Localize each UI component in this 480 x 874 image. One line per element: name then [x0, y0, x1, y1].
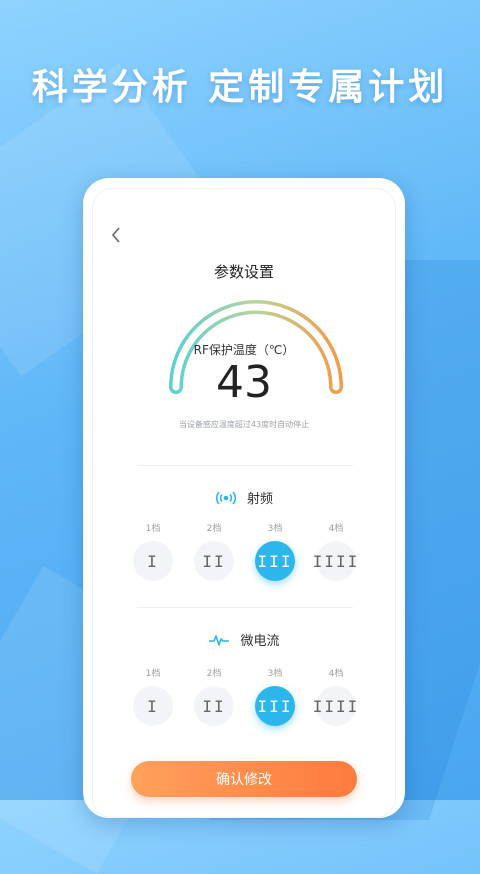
divider — [137, 607, 353, 608]
radio-wave-icon — [215, 490, 237, 505]
gauge-label: RF保护温度（℃） — [193, 343, 295, 357]
level-label: 4档 — [328, 524, 344, 534]
level-label: 4档 — [328, 669, 344, 679]
chevron-left-icon[interactable] — [111, 227, 123, 245]
level-button-selected[interactable]: III — [255, 541, 295, 581]
pulse-wave-icon — [208, 633, 230, 647]
divider — [137, 465, 353, 466]
page-title: 参数设置 — [213, 263, 274, 281]
section-microcurrent-label: 微电流 — [240, 634, 280, 649]
settings-screen: 参数设置 RF保护温度（℃） 43 当设备感应温度超过43度时自动停止 射频 1… — [92, 188, 396, 818]
microcurrent-level-1[interactable]: 1档 I — [131, 666, 175, 726]
section-rf-title: 射频 — [93, 488, 395, 507]
rf-level-2[interactable]: 2档 II — [192, 521, 236, 581]
rf-level-4[interactable]: 4档 IIII — [313, 521, 358, 581]
level-button[interactable]: IIII — [313, 541, 357, 581]
gauge-hint: 当设备感应温度超过43度时自动停止 — [178, 420, 310, 429]
section-rf-label: 射频 — [246, 492, 273, 507]
level-button[interactable]: IIII — [313, 686, 357, 726]
level-label: 3档 — [267, 669, 283, 679]
level-button[interactable]: I — [133, 686, 173, 726]
level-label: 2档 — [206, 524, 222, 534]
level-label: 3档 — [267, 524, 283, 534]
level-label: 1档 — [145, 524, 161, 534]
level-button[interactable]: I — [133, 541, 173, 581]
rf-level-3[interactable]: 3档 III — [253, 521, 297, 581]
level-button[interactable]: II — [194, 686, 234, 726]
promo-headline: 科学分析 定制专属计划 — [31, 67, 449, 108]
confirm-button[interactable]: 确认修改 — [131, 761, 357, 797]
microcurrent-level-4[interactable]: 4档 IIII — [313, 666, 358, 726]
rf-level-1[interactable]: 1档 I — [131, 521, 175, 581]
level-button-selected[interactable]: III — [255, 686, 295, 726]
microcurrent-level-group: 1档 I 2档 II 3档 III 4档 IIII — [131, 666, 361, 736]
gauge-value: 43 — [216, 357, 272, 408]
microcurrent-level-2[interactable]: 2档 II — [192, 666, 236, 726]
level-button[interactable]: II — [194, 541, 234, 581]
level-label: 2档 — [206, 669, 222, 679]
section-microcurrent-title: 微电流 — [93, 630, 395, 649]
rf-level-group: 1档 I 2档 II 3档 III 4档 IIII — [131, 521, 361, 591]
phone-frame: 参数设置 RF保护温度（℃） 43 当设备感应温度超过43度时自动停止 射频 1… — [83, 178, 405, 818]
microcurrent-level-3[interactable]: 3档 III — [253, 666, 297, 726]
level-label: 1档 — [145, 669, 161, 679]
